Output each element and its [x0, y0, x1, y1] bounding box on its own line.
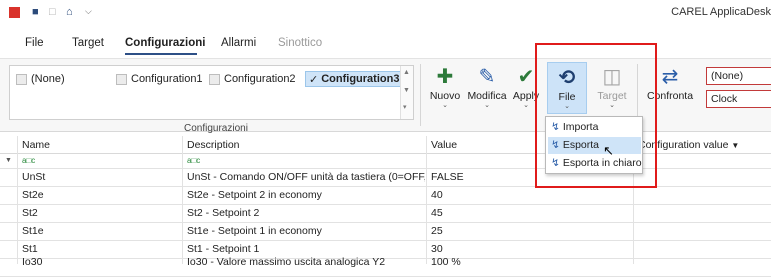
cell-description: St2e - Setpoint 2 in economy — [187, 189, 322, 201]
ribbon-separator — [420, 64, 421, 126]
expand-gallery-icon[interactable]: ▾ — [403, 103, 407, 111]
cell-name: Io30 — [22, 256, 43, 268]
home-icon[interactable]: ⌂ — [66, 6, 73, 18]
cell-name: St1 — [22, 243, 38, 255]
cell-description: St1 - Setpoint 1 — [187, 243, 260, 255]
cell-description: St1e - Setpoint 1 in economy — [187, 225, 322, 237]
active-tab-indicator — [125, 53, 197, 55]
cell-value[interactable]: 30 — [431, 243, 531, 255]
gallery-scrollbar[interactable]: ▲ ▼ ▾ — [400, 66, 413, 119]
app-logo-icon — [9, 7, 20, 18]
save-icon[interactable]: ■ — [32, 6, 39, 18]
title-bar — [0, 0, 771, 24]
combo-none[interactable]: (None) — [706, 67, 771, 85]
modifica-button[interactable]: ✎ Modifica ⌄ — [466, 62, 508, 114]
edit-config-icon: ✎ — [478, 66, 496, 88]
new-icon[interactable]: □ — [49, 6, 56, 18]
column-header-description[interactable]: Description — [187, 139, 240, 151]
config-item-none[interactable]: (None) — [16, 71, 65, 87]
nuovo-button[interactable]: ✚ Nuovo ⌄ — [427, 62, 463, 114]
config-thumbnail-icon — [16, 73, 27, 85]
config-item-configuration2[interactable]: Configuration2 — [209, 71, 296, 87]
config-item-configuration1[interactable]: Configuration1 — [116, 71, 203, 87]
scroll-down-icon[interactable]: ▼ — [403, 87, 410, 94]
cell-value[interactable]: 45 — [431, 207, 531, 219]
cell-name: St2e — [22, 189, 44, 201]
cell-name: St2 — [22, 207, 38, 219]
cell-description: St2 - Setpoint 2 — [187, 207, 260, 219]
tab-configurazioni[interactable]: Configurazioni — [125, 37, 206, 49]
cell-description: UnSt - Comando ON/OFF unità da tastiera … — [187, 171, 425, 183]
cell-name: St1e — [22, 225, 44, 237]
scroll-up-icon[interactable]: ▲ — [403, 69, 410, 76]
column-header-name[interactable]: Name — [22, 139, 50, 151]
new-config-icon: ✚ — [436, 66, 454, 88]
filter-funnel-icon: ▼ — [731, 141, 740, 150]
config-item-configuration3[interactable]: ✓ Configuration3 ≡ — [305, 71, 413, 87]
group-label-configurazioni: Configurazioni — [184, 123, 248, 134]
cell-value[interactable]: FALSE — [431, 171, 531, 183]
tab-target[interactable]: Target — [72, 37, 104, 49]
name-filter-icon[interactable]: a□c — [22, 156, 35, 165]
cell-value[interactable]: 25 — [431, 225, 531, 237]
combo-clock[interactable]: Clock — [706, 90, 771, 108]
highlight-box — [535, 43, 657, 188]
column-divider — [426, 136, 427, 264]
dropdown-arrow-icon[interactable]: ⌵ — [85, 6, 92, 17]
cell-name: UnSt — [22, 171, 46, 183]
config-thumbnail-icon — [209, 73, 220, 85]
config-thumbnail-icon — [116, 73, 127, 85]
cell-value[interactable]: 40 — [431, 189, 531, 201]
checkmark-icon: ✓ — [309, 73, 319, 86]
cell-value[interactable]: 100 % — [431, 256, 531, 268]
column-header-value[interactable]: Value — [431, 139, 457, 151]
window-title: CAREL ApplicaDesk — [671, 6, 771, 18]
chevron-down-icon: ⌄ — [484, 102, 490, 109]
column-divider — [182, 136, 183, 264]
tab-sinottico[interactable]: Sinottico — [278, 37, 322, 49]
cell-description: Io30 - Valore massimo uscita analogica Y… — [187, 256, 386, 268]
chevron-down-icon: ⌄ — [442, 102, 448, 109]
tab-file[interactable]: File — [25, 37, 44, 49]
filter-icon[interactable]: ▼ — [5, 157, 12, 164]
column-divider — [17, 136, 18, 264]
description-filter-icon[interactable]: a□c — [187, 156, 200, 165]
tab-allarmi[interactable]: Allarmi — [221, 37, 256, 49]
